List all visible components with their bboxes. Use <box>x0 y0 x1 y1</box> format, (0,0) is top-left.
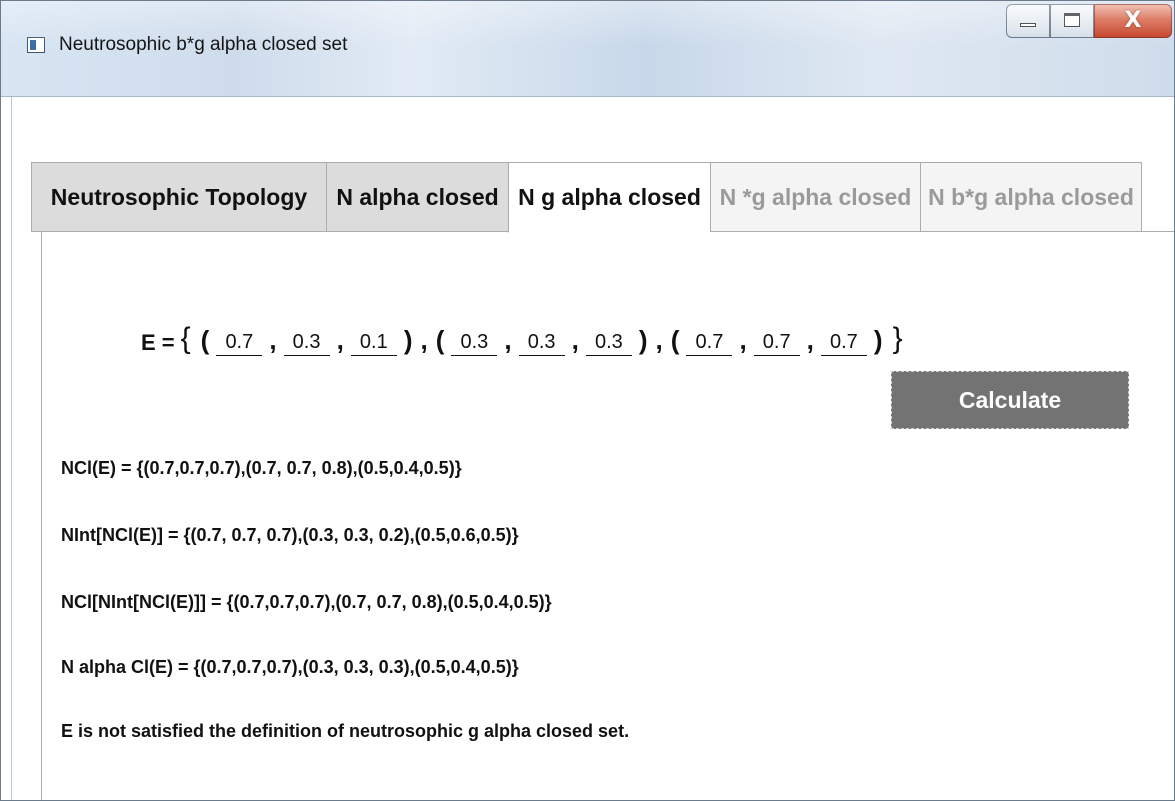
tab-n-star-g-alpha-closed[interactable]: N *g alpha closed <box>710 162 920 232</box>
close-paren: ) <box>638 325 648 355</box>
value-field-1-1[interactable]: 0.7 <box>216 331 263 356</box>
set-input-row: E = { ( 0.7, 0.3, 0.1 ), ( 0.3, 0.3, 0.3… <box>141 306 909 356</box>
title-bar[interactable]: Neutrosophic b*g alpha closed set X <box>1 1 1174 97</box>
minimize-button[interactable] <box>1006 4 1050 38</box>
value-field-3-3[interactable]: 0.7 <box>820 331 867 356</box>
value-field-2-1[interactable]: 0.3 <box>451 331 498 356</box>
comma: , <box>269 325 277 355</box>
open-brace: { <box>180 322 191 355</box>
comma: , <box>806 325 814 355</box>
minimize-icon <box>1020 23 1036 27</box>
close-paren: ) <box>403 325 413 355</box>
calculate-button[interactable]: Calculate <box>891 371 1129 429</box>
value-field-1-2[interactable]: 0.3 <box>283 331 330 356</box>
app-window: Neutrosophic b*g alpha closed set X Neut… <box>0 0 1175 801</box>
comma: , <box>655 325 663 355</box>
set-prefix-label: E = <box>141 330 175 355</box>
window-title: Neutrosophic b*g alpha closed set <box>59 34 348 55</box>
open-paren: ( <box>435 325 445 355</box>
comma: , <box>739 325 747 355</box>
open-paren: ( <box>200 325 210 355</box>
tab-strip: Neutrosophic Topology N alpha closed N g… <box>31 162 1142 233</box>
value-field-1-3[interactable]: 0.1 <box>350 331 397 356</box>
tab-n-b-star-g-alpha-closed[interactable]: N b*g alpha closed <box>920 162 1142 232</box>
close-paren: ) <box>873 325 883 355</box>
close-button[interactable]: X <box>1094 4 1172 38</box>
value-field-3-1[interactable]: 0.7 <box>686 331 733 356</box>
result-ncl: NCl(E) = {(0.7,0.7,0.7),(0.7, 0.7, 0.8),… <box>61 458 462 478</box>
result-nint-ncl: NInt[NCl(E)] = {(0.7, 0.7, 0.7),(0.3, 0.… <box>61 525 519 545</box>
tab-n-g-alpha-closed[interactable]: N g alpha closed <box>508 162 710 233</box>
maximize-icon <box>1064 13 1080 27</box>
value-field-2-2[interactable]: 0.3 <box>518 331 565 356</box>
caption-buttons: X <box>1006 4 1172 40</box>
value-field-3-2[interactable]: 0.7 <box>753 331 800 356</box>
close-brace: } <box>892 322 903 355</box>
result-ncl-nint-ncl: NCl[NInt[NCl(E)]] = {(0.7,0.7,0.7),(0.7,… <box>61 592 552 612</box>
comma: , <box>336 325 344 355</box>
value-field-2-3[interactable]: 0.3 <box>585 331 632 356</box>
result-conclusion: E is not satisfied the definition of neu… <box>61 721 630 741</box>
tab-n-alpha-closed[interactable]: N alpha closed <box>326 162 508 232</box>
comma: , <box>504 325 512 355</box>
result-n-alpha-cl: N alpha Cl(E) = {(0.7,0.7,0.7),(0.3, 0.3… <box>61 657 519 677</box>
comma: , <box>571 325 579 355</box>
app-window-icon[interactable] <box>27 37 45 53</box>
comma: , <box>420 325 428 355</box>
maximize-button[interactable] <box>1050 4 1094 38</box>
open-paren: ( <box>670 325 680 355</box>
close-icon: X <box>1124 8 1142 33</box>
tab-neutrosophic-topology[interactable]: Neutrosophic Topology <box>31 162 326 232</box>
